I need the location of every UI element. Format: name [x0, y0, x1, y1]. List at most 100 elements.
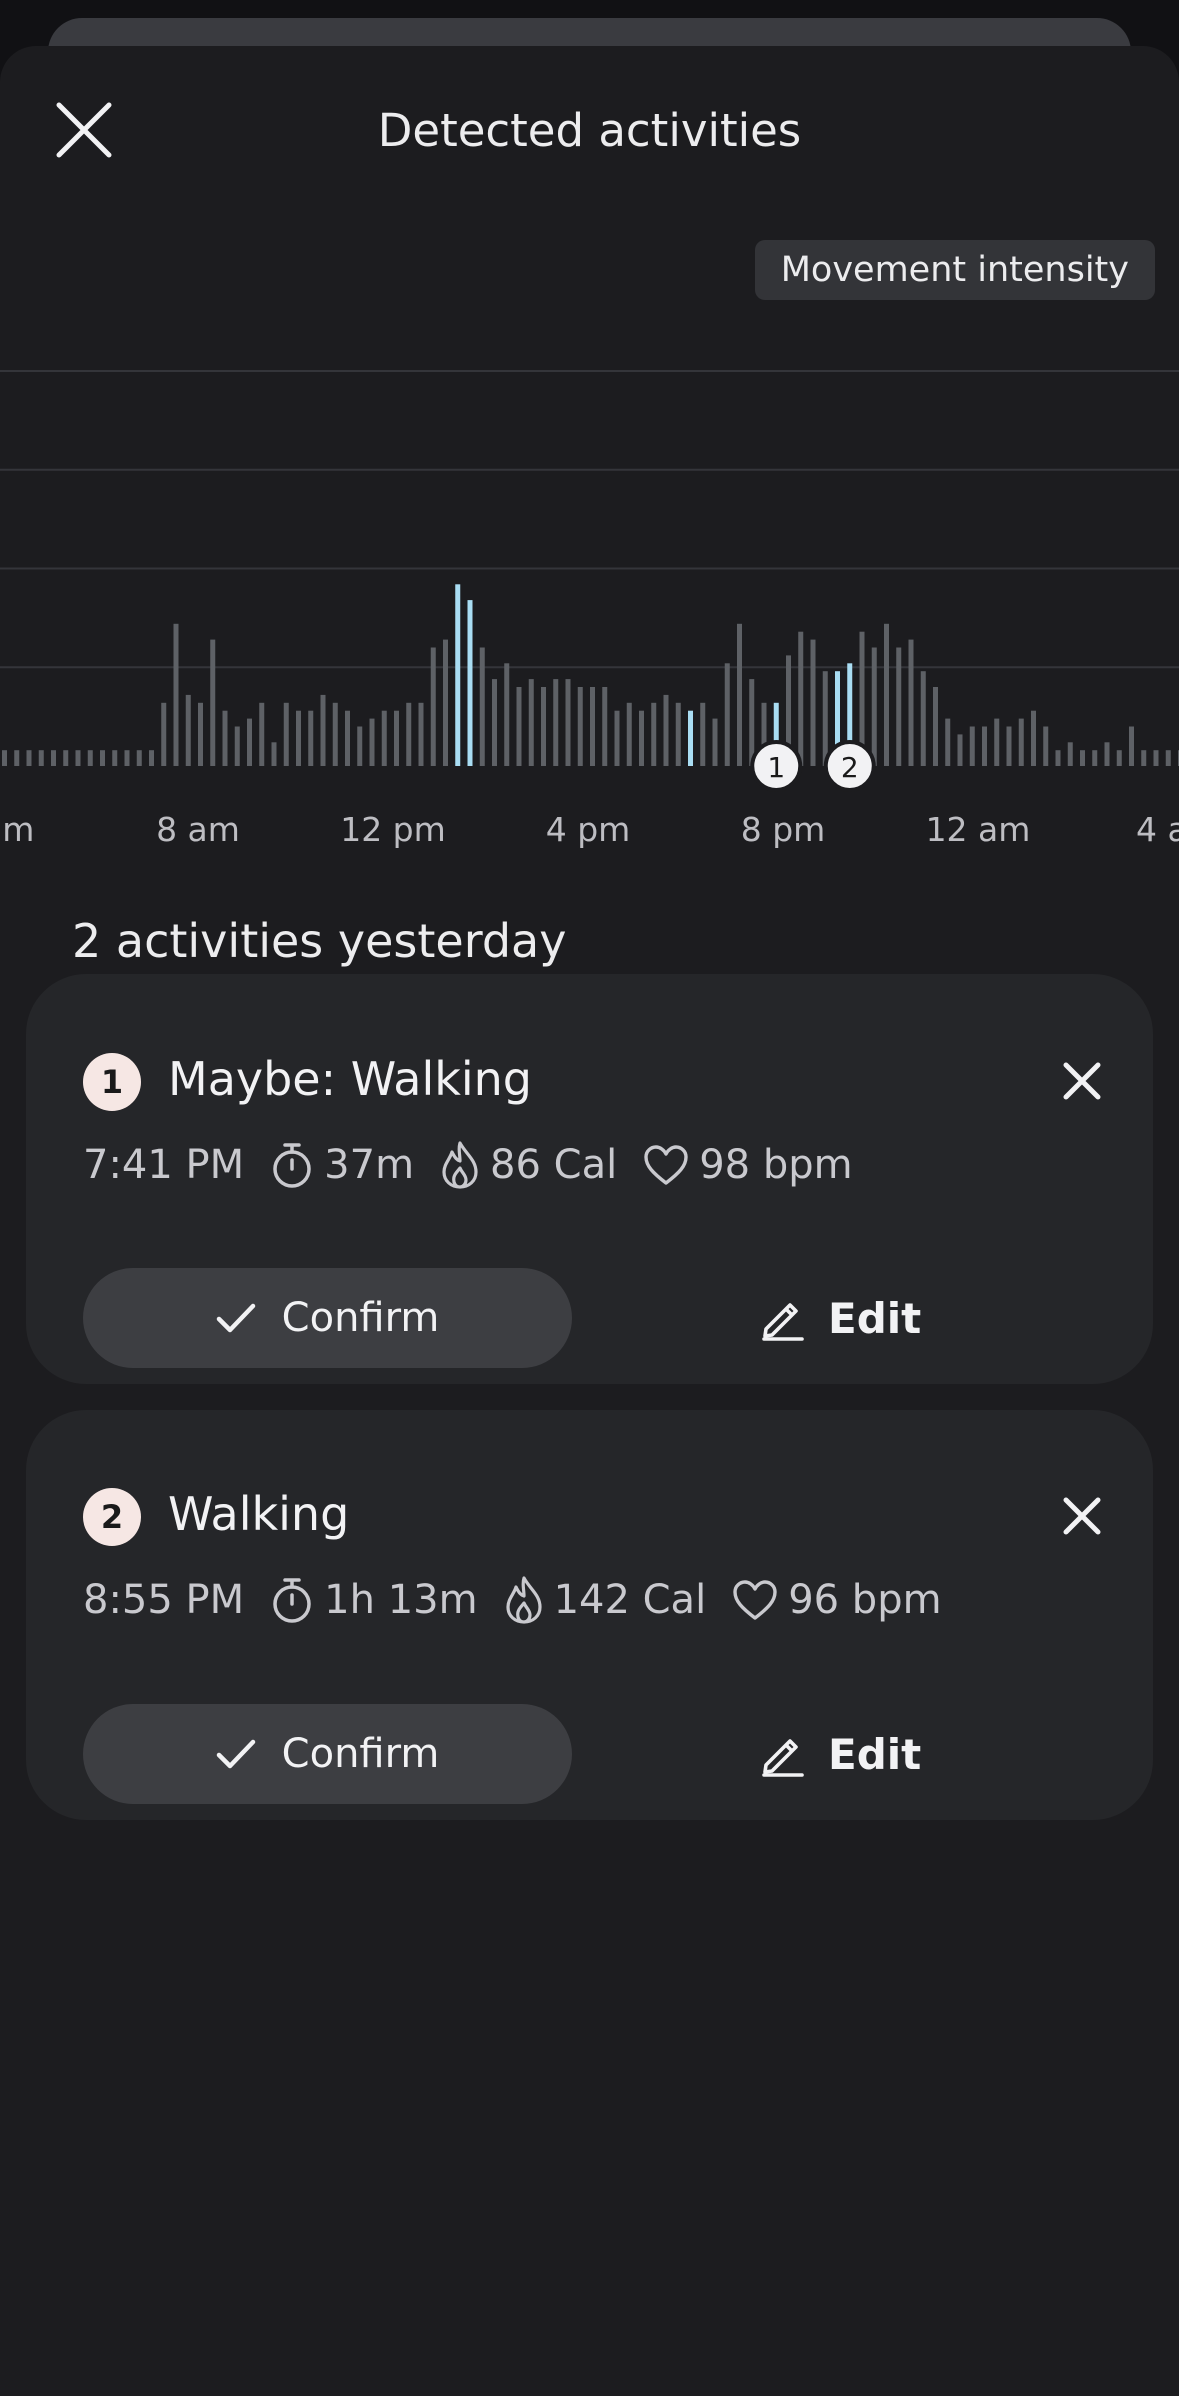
flame-icon — [505, 1576, 542, 1624]
chart-bar — [87, 750, 93, 766]
chart-bar — [308, 710, 314, 766]
activities-summary: 2 activities yesterday — [72, 914, 567, 968]
chart-bar — [528, 679, 534, 766]
chart-bar — [614, 710, 620, 766]
x-icon — [1063, 1062, 1101, 1100]
chart-bar — [626, 702, 632, 766]
chart-bar — [639, 710, 644, 766]
chart-bar — [871, 647, 877, 766]
stopwatch-icon — [273, 1143, 311, 1188]
chart-bar — [724, 663, 730, 766]
chart-bar — [1006, 726, 1012, 766]
chart-bar — [381, 710, 387, 766]
heart-rate-value: 96 bpm — [788, 1577, 942, 1623]
chart-bar — [492, 679, 497, 766]
chart-bar — [896, 647, 902, 766]
chart-bar — [920, 671, 926, 766]
chart-bar — [185, 694, 191, 766]
activity-title: Walking — [168, 1487, 350, 1541]
heart-icon — [733, 1580, 777, 1620]
chart-bar — [406, 702, 412, 766]
chart-bar — [63, 750, 69, 766]
chart-bar — [994, 718, 1000, 766]
chart-bar — [822, 671, 828, 766]
activity-number-badge: 2 — [83, 1488, 141, 1546]
heart-rate-value: 98 bpm — [699, 1142, 853, 1188]
chart-bar — [332, 702, 338, 766]
activity-calories: 142 Cal — [504, 1575, 706, 1625]
chart-bar — [149, 750, 154, 766]
activity-marker[interactable]: 2 — [823, 740, 876, 792]
chart-bar — [455, 584, 461, 766]
chart-bar — [394, 710, 399, 766]
checkmark-icon — [216, 1303, 255, 1333]
edit-button[interactable]: Edit — [760, 1704, 921, 1804]
chart-bar — [443, 639, 448, 766]
chart-bar — [283, 702, 289, 766]
activity-marker[interactable]: 1 — [750, 740, 803, 792]
chart-bar — [957, 734, 963, 766]
chart-bar — [100, 750, 105, 766]
chart-bar — [124, 750, 130, 766]
chart-bar — [553, 679, 559, 766]
chart-bar — [1129, 726, 1134, 766]
chart-bar — [663, 694, 669, 766]
chart-bar — [1116, 750, 1122, 766]
chart-bar — [369, 718, 375, 766]
activity-meta: 7:41 PM 37m 86 Cal 98 bpm — [83, 1140, 879, 1190]
activity-card: 1 Maybe: Walking 7:41 PM 37m 86 Cal 98 b… — [26, 974, 1153, 1384]
activity-card: 2 Walking 8:55 PM 1h 13m 142 Cal 96 bpm … — [26, 1410, 1153, 1820]
pencil-icon — [762, 1303, 804, 1341]
heart-icon — [644, 1145, 688, 1185]
chart-tick-label: 8 am — [156, 810, 240, 849]
checkmark-icon — [216, 1739, 255, 1769]
chart-bar — [75, 750, 81, 766]
chart-bar — [933, 687, 938, 766]
dismiss-activity-button[interactable] — [1055, 1489, 1109, 1543]
chart-bar — [222, 710, 228, 766]
chart-bar — [749, 679, 755, 766]
edit-label: Edit — [828, 1293, 922, 1343]
chart-bar — [651, 702, 657, 766]
chart-tick-label: 12 pm — [340, 810, 446, 849]
chart-tick-label: am — [0, 810, 34, 849]
chart-bar — [1067, 742, 1073, 766]
activity-heart-rate: 98 bpm — [643, 1142, 853, 1188]
chart-tick-label: 4 a — [1136, 810, 1179, 849]
activity-duration: 37m — [270, 1141, 414, 1189]
activity-marker-label: 2 — [841, 751, 859, 784]
chart-bar — [234, 726, 240, 766]
chart-bar — [737, 623, 742, 766]
detected-activities-sheet: Detected activities Movement intensity 1… — [0, 46, 1179, 2396]
confirm-button[interactable]: Confirm — [83, 1268, 572, 1368]
activity-meta: 8:55 PM 1h 13m 142 Cal 96 bpm — [83, 1575, 968, 1625]
chart-bar — [969, 726, 975, 766]
chart-bar — [1018, 718, 1024, 766]
chart-bar — [1055, 750, 1061, 766]
activity-title: Maybe: Walking — [168, 1052, 533, 1106]
edit-button[interactable]: Edit — [760, 1268, 921, 1368]
chart-tick-label: 8 pm — [741, 810, 826, 849]
edit-label: Edit — [828, 1729, 922, 1779]
chart-bar — [418, 702, 424, 766]
chart-bar — [1080, 750, 1085, 766]
activity-heart-rate: 96 bpm — [732, 1577, 942, 1623]
movement-chart-svg: 1 2 am 8 am 12 pm 4 pm 8 pm 12 am 4 a — [0, 370, 1179, 849]
chart-bar — [2, 750, 7, 766]
chart-bar — [173, 623, 179, 766]
chart-bar — [982, 726, 987, 766]
chart-tick-label: 4 pm — [546, 810, 631, 849]
chart-bar — [577, 687, 583, 766]
chart-bar — [296, 710, 301, 766]
confirm-button[interactable]: Confirm — [83, 1704, 572, 1804]
chart-bar — [602, 687, 608, 766]
calories-value: 86 Cal — [490, 1142, 618, 1188]
chart-bar — [541, 687, 546, 766]
chart-bar — [26, 750, 32, 766]
activity-number-badge: 1 — [83, 1053, 141, 1111]
chart-bar — [345, 710, 350, 766]
chart-bar — [467, 600, 473, 766]
dismiss-activity-button[interactable] — [1055, 1054, 1109, 1108]
chart-bar — [712, 718, 718, 766]
chart-bar — [1092, 750, 1098, 766]
